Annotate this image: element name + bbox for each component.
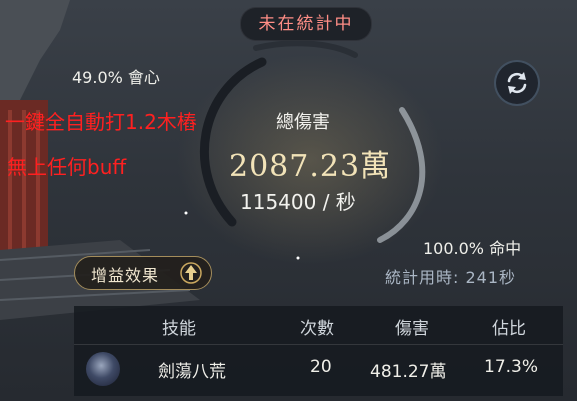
total-damage-value: 2087.23萬 [229, 149, 392, 184]
status-indicator[interactable]: 未在統計中 [240, 7, 372, 41]
crit-rate: 49.0% 會心 [72, 68, 160, 87]
total-damage-label: 總傷害 [276, 112, 330, 133]
overlay-note-line2: 無上任何buff [7, 155, 127, 179]
refresh-icon [507, 72, 527, 94]
table-row[interactable]: 劍蕩八荒 20 481.27萬 17.3% [74, 345, 563, 396]
hit-rate: 100.0% 命中 [423, 239, 522, 258]
header-skill: 技能 [162, 319, 196, 339]
skill-stats-table: 技能 次數 傷害 佔比 劍蕩八荒 20 481.27萬 17.3% [74, 306, 563, 396]
skill-share: 17.3% [484, 357, 539, 377]
arrow-up-icon [180, 262, 202, 284]
damage-per-second: 115400 / 秒 [240, 190, 356, 214]
skill-icon [86, 352, 120, 386]
skill-count: 20 [310, 357, 332, 377]
table-header: 技能 次數 傷害 佔比 [74, 306, 563, 345]
elapsed-time: 統計用時: 241秒 [385, 268, 517, 287]
header-share: 佔比 [492, 319, 526, 339]
buff-effects-label: 增益效果 [91, 266, 160, 285]
header-count: 次數 [300, 319, 334, 339]
refresh-button[interactable] [494, 60, 540, 106]
skill-damage: 481.27萬 [370, 362, 447, 382]
header-damage: 傷害 [395, 319, 429, 339]
skill-name: 劍蕩八荒 [158, 362, 226, 382]
overlay-note-line1: 一鍵全自動打1.2木樁 [5, 110, 197, 134]
buff-effects-button[interactable]: 增益效果 [74, 256, 212, 290]
